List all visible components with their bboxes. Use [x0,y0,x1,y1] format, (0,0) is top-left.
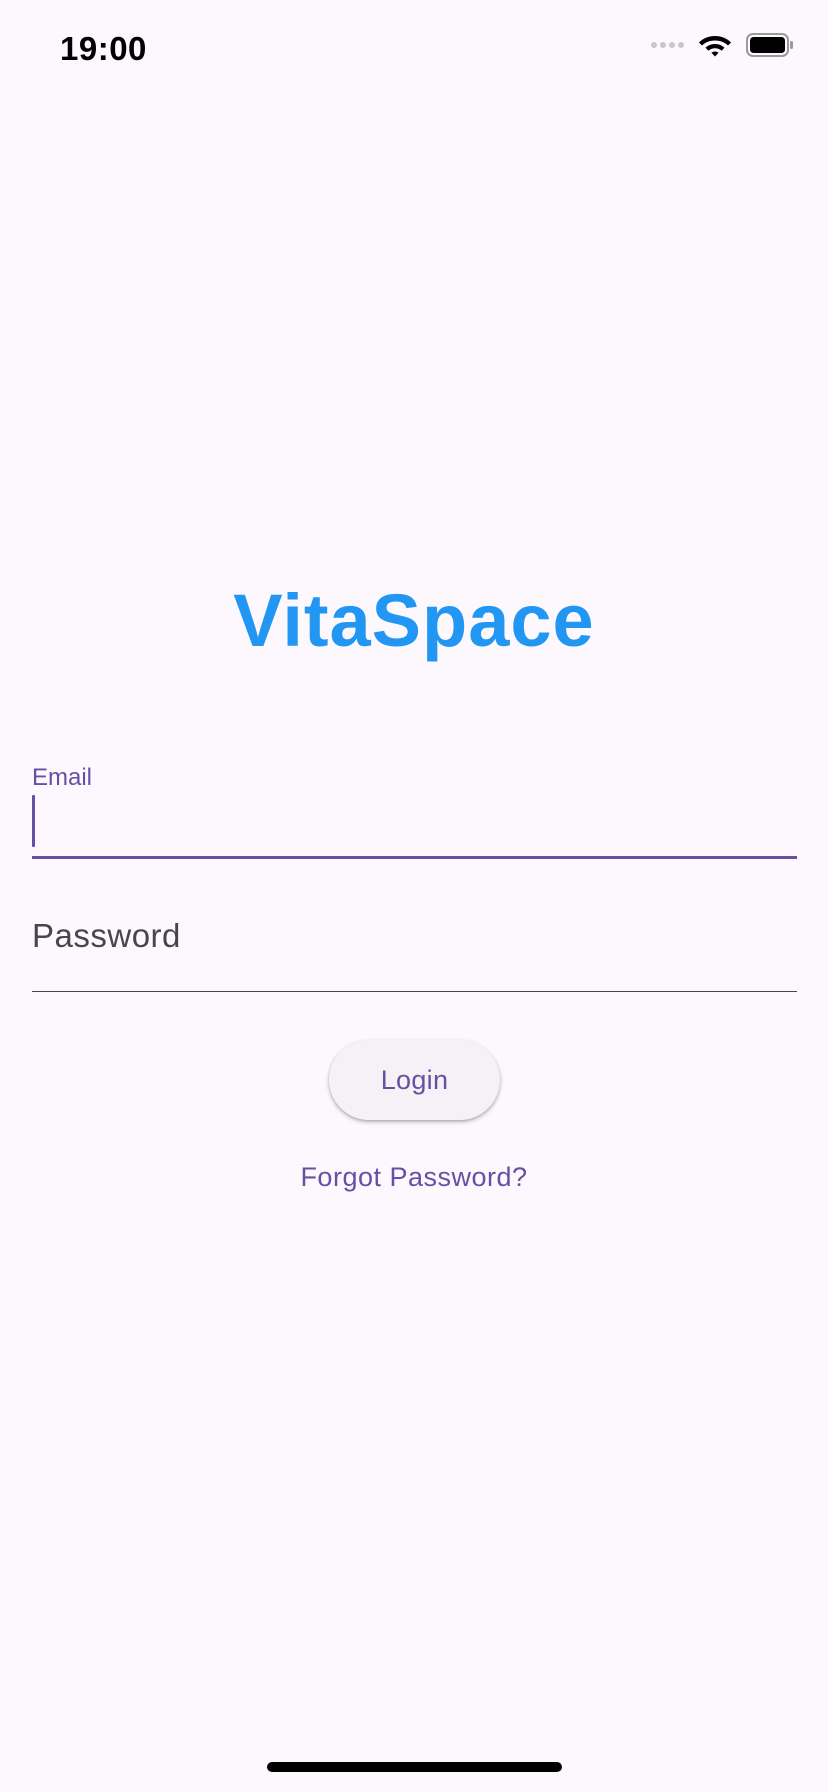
forgot-password-link[interactable]: Forgot Password? [0,1162,828,1193]
status-time: 19:00 [60,30,147,67]
login-button[interactable]: Login [329,1040,500,1120]
wifi-icon [698,32,732,58]
password-field-underline [32,991,797,992]
email-field-underline [32,856,797,859]
login-screen: 19:00 VitaSpace Email Password Login For… [0,0,828,1792]
password-field[interactable]: Password [32,917,181,955]
app-title: VitaSpace [233,579,595,662]
home-indicator [267,1762,562,1772]
email-field[interactable] [32,795,35,847]
email-field-label: Email [32,764,93,791]
status-icons [651,32,794,58]
battery-icon [746,33,794,57]
cellular-signal-icon [651,42,684,48]
